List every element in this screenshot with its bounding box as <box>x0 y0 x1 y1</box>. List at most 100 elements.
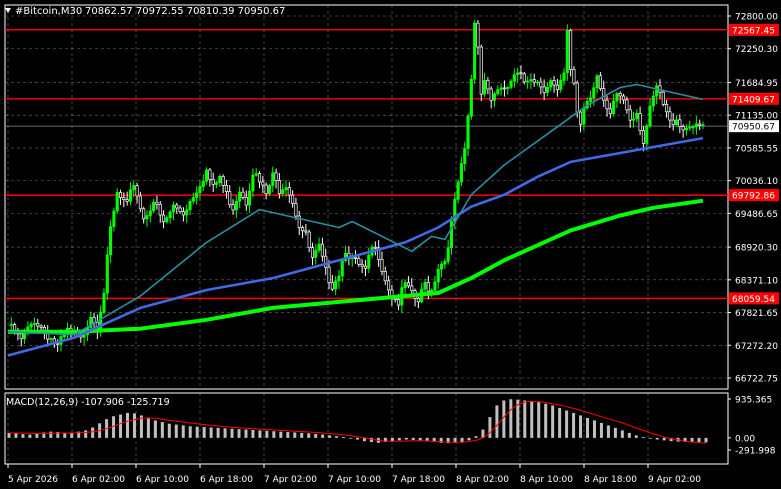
candle <box>651 90 655 112</box>
price-tick-label: 71684.95 <box>735 79 778 89</box>
candle <box>674 115 679 127</box>
macd-bar <box>397 437 401 441</box>
candle <box>261 175 265 194</box>
price-tick-label: 66722.75 <box>735 375 778 385</box>
macd-bar <box>530 401 534 438</box>
macd-bar <box>167 423 171 438</box>
candle <box>297 210 301 236</box>
candle <box>337 269 341 289</box>
time-tick-label: 5 Apr 2026 <box>8 475 58 485</box>
candle <box>655 82 659 105</box>
candle <box>532 73 536 87</box>
symbol-label: #Bitcoin,M30 <box>15 6 82 17</box>
macd-bar <box>335 436 339 438</box>
candle <box>175 202 179 214</box>
candle <box>284 180 288 197</box>
candle <box>512 68 516 88</box>
macd-bar <box>606 425 610 438</box>
candle <box>102 287 106 315</box>
macd-bar <box>579 415 583 438</box>
candle <box>406 276 411 289</box>
macd-bar <box>237 429 241 438</box>
candle <box>168 209 172 224</box>
candle <box>254 168 258 177</box>
candle <box>559 74 563 93</box>
candle <box>403 279 407 295</box>
candle <box>36 318 40 331</box>
macd-bar <box>390 437 394 442</box>
candle <box>529 73 533 89</box>
candle <box>16 327 20 341</box>
candle <box>291 190 295 208</box>
macd-bar <box>662 437 666 441</box>
macd-bar <box>244 429 248 438</box>
chart-canvas[interactable]: 72567.45 71409.67 69792.86 68059.54 70950.67… <box>0 0 781 489</box>
candle <box>115 188 119 215</box>
price-tick-label: 67821.65 <box>735 309 778 319</box>
macd-bar <box>35 433 39 438</box>
chart-header: #Bitcoin,M30 70862.57 70972.55 70810.39 … <box>5 6 285 17</box>
macd-bar <box>272 431 276 438</box>
candle <box>135 182 139 204</box>
candle <box>648 98 652 129</box>
price-tick-label: 72800.00 <box>735 13 778 23</box>
candle <box>469 74 473 120</box>
candle <box>304 223 308 236</box>
triangle-down-icon[interactable] <box>5 8 11 13</box>
macd-bar <box>627 432 631 438</box>
macd-bar <box>418 437 422 441</box>
candle <box>185 204 189 223</box>
level-tag-label: 72567.45 <box>732 26 775 36</box>
candle <box>377 240 381 267</box>
candle <box>228 185 232 208</box>
candle <box>466 113 470 156</box>
trading-chart[interactable]: 72567.45 71409.67 69792.86 68059.54 70950.67… <box>0 0 781 489</box>
candle <box>357 254 361 268</box>
macd-bar <box>648 437 652 439</box>
candle <box>631 111 636 128</box>
macd-bar <box>195 426 199 438</box>
macd-bar <box>307 433 311 438</box>
candle <box>615 91 619 109</box>
candle <box>645 123 649 151</box>
macd-bar <box>502 400 506 438</box>
candle <box>373 241 377 256</box>
macd-bar <box>202 427 206 438</box>
candle <box>595 74 599 94</box>
macd-label: MACD(12,26,9) -107.906 -125.719 <box>6 397 170 408</box>
macd-bar <box>586 417 590 438</box>
macd-bar <box>28 434 32 438</box>
candle <box>463 141 467 172</box>
macd-bar <box>153 420 157 438</box>
candle <box>211 172 215 192</box>
macd-bar <box>544 403 548 438</box>
time-tick-label: 7 Apr 10:00 <box>328 475 381 485</box>
candle <box>274 168 278 189</box>
candle <box>635 109 639 123</box>
price-tick-label: 71135.00 <box>735 112 778 122</box>
candle <box>549 77 553 92</box>
time-tick-label: 7 Apr 18:00 <box>392 475 445 485</box>
candle <box>539 77 543 95</box>
macd-tick-label: 0.00 <box>735 434 755 444</box>
candle <box>509 79 513 90</box>
candle <box>602 80 606 107</box>
candle <box>310 242 315 266</box>
macd-bar <box>349 437 353 439</box>
time-axis[interactable]: 5 Apr 2026 6 Apr 02:00 6 Apr 10:00 6 Apr 18… <box>7 464 701 485</box>
candle <box>171 201 176 220</box>
candle <box>231 199 235 215</box>
moving-averages <box>7 83 704 357</box>
macd-bar <box>223 428 227 438</box>
candle <box>701 121 705 129</box>
price-tick-label: 68371.10 <box>735 276 778 286</box>
macd-bar <box>495 405 499 438</box>
candle <box>188 199 192 216</box>
candle <box>436 264 440 289</box>
candle <box>489 86 493 109</box>
candle <box>264 182 268 200</box>
macd-bar <box>558 407 562 438</box>
macd-bar <box>404 437 408 440</box>
candle <box>661 89 665 107</box>
macd-bar <box>411 437 415 440</box>
